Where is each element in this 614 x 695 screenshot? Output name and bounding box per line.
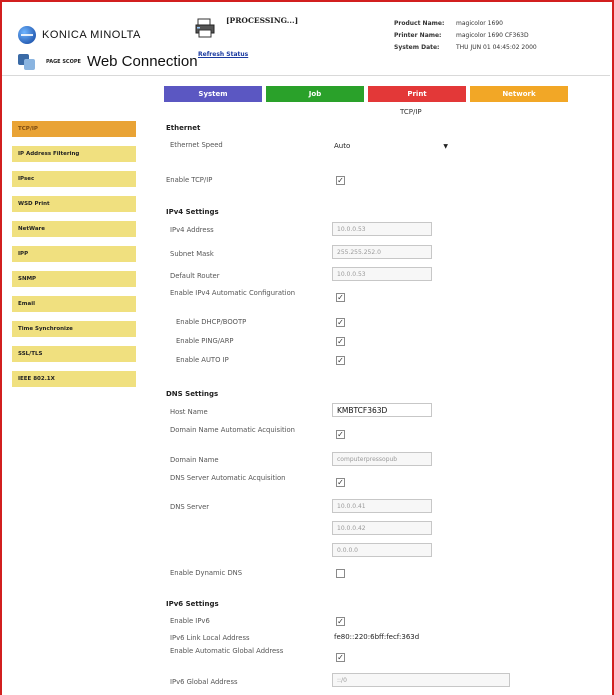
printer-icon — [195, 18, 215, 38]
dns-server-2-field[interactable]: 10.0.0.42 — [332, 521, 432, 535]
info-row: Product Name: magicolor 1690 — [394, 20, 503, 27]
device-info: Product Name: magicolor 1690 Printer Name… — [394, 18, 537, 54]
sidebar: TCP/IP IP Address Filtering IPsec WSD Pr… — [12, 121, 136, 396]
dynamic-dns-checkbox[interactable] — [336, 569, 345, 578]
brand-name: KONICA MINOLTA — [42, 29, 141, 41]
ipv4-address-field[interactable]: 10.0.0.53 — [332, 222, 432, 236]
ipv6-global-label: IPv6 Global Address — [170, 678, 238, 686]
ethernet-speed-label: Ethernet Speed — [170, 141, 223, 149]
ipv6-global-field[interactable]: ::/0 — [332, 673, 510, 687]
domain-auto-label: Domain Name Automatic Acquisition — [170, 426, 295, 434]
pagescope-badge-icon — [18, 53, 40, 70]
sidebar-item-ipsec[interactable]: IPsec — [12, 171, 136, 187]
pagescope-small-text: PAGE SCOPE — [46, 58, 81, 65]
ipv6-settings-title: IPv6 Settings — [166, 600, 219, 608]
tab-system[interactable]: System — [164, 86, 262, 102]
product-name: Web Connection — [86, 53, 198, 70]
ipv4-auto-config-label: Enable IPv4 Automatic Configuration — [170, 289, 296, 297]
default-router-field[interactable]: 10.0.0.53 — [332, 267, 432, 281]
chevron-down-icon: ▼ — [443, 142, 448, 150]
auto-global-label: Enable Automatic Global Address — [170, 647, 284, 655]
sidebar-item-ssl-tls[interactable]: SSL/TLS — [12, 346, 136, 362]
sidebar-item-wsd-print[interactable]: WSD Print — [12, 196, 136, 212]
ping-arp-checkbox[interactable]: ✓ — [336, 337, 345, 346]
ipv4-settings-title: IPv4 Settings — [166, 208, 219, 216]
subnet-mask-field[interactable]: 255.255.252.0 — [332, 245, 432, 259]
ping-arp-label: Enable PING/ARP — [176, 337, 234, 345]
dynamic-dns-label: Enable Dynamic DNS — [170, 569, 243, 577]
domain-name-label: Domain Name — [170, 456, 219, 464]
sidebar-item-email[interactable]: Email — [12, 296, 136, 312]
dns-server-3-field[interactable]: 0.0.0.0 — [332, 543, 432, 557]
tab-network[interactable]: Network — [470, 86, 568, 102]
sidebar-item-ipp[interactable]: IPP — [12, 246, 136, 262]
enable-tcpip-label: Enable TCP/IP — [166, 176, 213, 184]
info-row: System Date: THU JUN 01 04:45:02 2000 — [394, 44, 537, 51]
dns-server-auto-checkbox[interactable]: ✓ — [336, 478, 345, 487]
sidebar-item-netware[interactable]: NetWare — [12, 221, 136, 237]
section-title: TCP/IP — [400, 108, 422, 116]
ethernet-speed-select[interactable]: Auto ▼ — [330, 139, 452, 153]
auto-ip-label: Enable AUTO IP — [176, 356, 229, 364]
dhcp-bootp-label: Enable DHCP/BOOTP — [176, 318, 247, 326]
sidebar-item-ip-filtering[interactable]: IP Address Filtering — [12, 146, 136, 162]
refresh-status-link[interactable]: Refresh Status — [198, 51, 248, 58]
pagescope-logo: PAGE SCOPE Web Connection — [18, 53, 198, 70]
domain-auto-checkbox[interactable]: ✓ — [336, 430, 345, 439]
dns-server-auto-label: DNS Server Automatic Acquisition — [170, 474, 286, 482]
dns-server-label: DNS Server — [170, 503, 210, 511]
domain-name-field[interactable]: computerpressopub — [332, 452, 432, 466]
sidebar-item-snmp[interactable]: SNMP — [12, 271, 136, 287]
subnet-mask-label: Subnet Mask — [170, 250, 214, 258]
globe-icon — [18, 26, 36, 44]
auto-global-checkbox[interactable]: ✓ — [336, 653, 345, 662]
dns-settings-title: DNS Settings — [166, 390, 219, 398]
enable-tcpip-checkbox[interactable]: ✓ — [336, 176, 345, 185]
link-local-value: fe80::220:6bff:fecf:363d — [334, 633, 420, 641]
main-tabs: System Job Print Network — [164, 86, 568, 102]
tab-job[interactable]: Job — [266, 86, 364, 102]
auto-ip-checkbox[interactable]: ✓ — [336, 356, 345, 365]
konica-minolta-logo: KONICA MINOLTA — [18, 26, 141, 44]
host-name-field[interactable]: KMBTCF363D — [332, 403, 432, 417]
enable-ipv6-label: Enable IPv6 — [170, 617, 210, 625]
header: KONICA MINOLTA PAGE SCOPE Web Connection… — [2, 2, 610, 74]
printer-status: [PROCESSING...] — [226, 16, 299, 25]
enable-ipv6-checkbox[interactable]: ✓ — [336, 617, 345, 626]
ethernet-title: Ethernet — [166, 124, 201, 132]
tab-print[interactable]: Print — [368, 86, 466, 102]
ethernet-speed-value: Auto — [334, 142, 351, 150]
host-name-label: Host Name — [170, 408, 208, 416]
info-row: Printer Name: magicolor 1690 CF363D — [394, 32, 529, 39]
sidebar-item-ieee8021x[interactable]: IEEE 802.1X — [12, 371, 136, 387]
ipv4-auto-config-checkbox[interactable]: ✓ — [336, 293, 345, 302]
dhcp-bootp-checkbox[interactable]: ✓ — [336, 318, 345, 327]
default-router-label: Default Router — [170, 272, 220, 280]
dns-server-1-field[interactable]: 10.0.0.41 — [332, 499, 432, 513]
link-local-label: IPv6 Link Local Address — [170, 634, 250, 642]
sidebar-item-tcpip[interactable]: TCP/IP — [12, 121, 136, 137]
header-divider — [2, 75, 610, 76]
sidebar-item-time-sync[interactable]: Time Synchronize — [12, 321, 136, 337]
ipv4-address-label: IPv4 Address — [170, 226, 214, 234]
